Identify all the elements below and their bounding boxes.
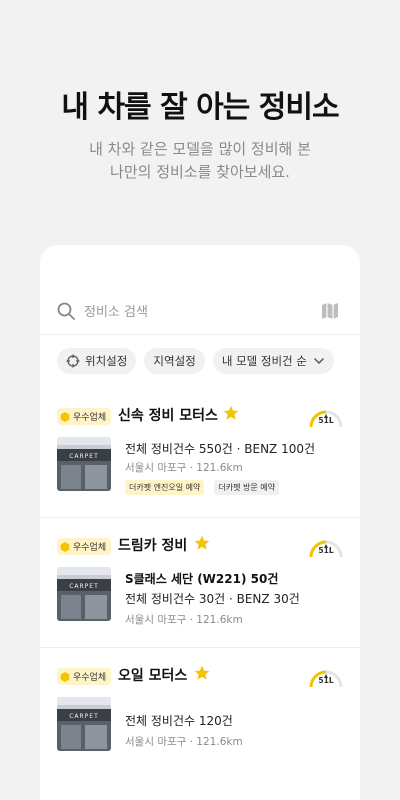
region-filter-chip[interactable]: 지역설정 [144,348,205,374]
rating-gauge: 51L [308,535,344,559]
gauge-value: 51L [318,546,334,555]
excellent-shop-badge: 우수업체 [57,538,112,555]
thumbnail-sign: CARPET [69,453,99,460]
shop-name: 신속 정비 모터스 [118,408,218,424]
shop-stats: 전체 정비건수 30건 · BENZ 30건 [125,592,300,606]
excellent-shop-badge: 우수업체 [57,668,112,685]
shop-list-item[interactable]: 우수업체 오일 모터스 51L CARPET 전체 정비건수 120건 서울시 … [40,648,360,778]
crosshair-icon [66,354,80,368]
gauge-value: 51L [318,676,334,685]
badge-label: 우수업체 [73,543,107,553]
shop-stats: 전체 정비건수 120건 [125,714,233,728]
hero-subtitle-line-2: 나만의 정비소를 찾아보세요. [110,163,290,181]
shop-stats: 전체 정비건수 550건 · BENZ 100건 [125,442,316,456]
hexagon-badge-icon [60,411,70,422]
region-filter-label: 지역설정 [153,354,196,368]
excellent-shop-badge: 우수업체 [57,408,112,425]
gauge-value: 51L [318,416,334,425]
map-icon[interactable] [320,301,340,321]
hexagon-badge-icon [60,671,70,682]
hero-subtitle-line-1: 내 차와 같은 모델을 많이 정비해 본 [89,140,311,158]
visit-reservation-tag[interactable]: 더카펫 방문 예약 [214,480,280,495]
badge-label: 우수업체 [73,413,107,423]
chevron-down-icon [314,358,324,364]
rating-gauge: 51L [308,665,344,689]
shop-thumbnail: CARPET [57,697,111,751]
thumbnail-sign: CARPET [69,713,99,720]
hexagon-badge-icon [60,541,70,552]
shop-address: 서울시 마포구 · 121.6km [125,736,243,748]
shop-thumbnail: CARPET [57,437,111,491]
filter-chips: 위치설정 지역설정 내 모델 정비건 순 [57,348,337,374]
thumbnail-sign: CARPET [69,583,99,590]
search-input[interactable] [84,301,304,323]
location-filter-chip[interactable]: 위치설정 [57,348,137,374]
star-icon[interactable] [194,535,210,551]
shop-address: 서울시 마포구 · 121.6km [125,614,243,626]
shop-name: 드림카 정비 [118,538,188,554]
search-bar [40,289,360,335]
engine-oil-reservation-tag[interactable]: 더카펫 엔진오일 예약 [125,480,205,495]
shop-list-item[interactable]: 우수업체 신속 정비 모터스 51L CARPET 전체 정비건수 550건 ·… [40,388,360,518]
badge-label: 우수업체 [73,673,107,683]
location-filter-label: 위치설정 [85,354,128,368]
sort-dropdown-label: 내 모델 정비건 순 [221,354,307,368]
shop-address: 서울시 마포구 · 121.6km [125,462,243,474]
rating-gauge: 51L [308,405,344,429]
search-icon[interactable] [56,301,76,321]
star-icon[interactable] [194,665,210,681]
reservation-tags: 더카펫 엔진오일 예약 더카펫 방문 예약 [125,475,284,495]
star-icon[interactable] [223,405,239,421]
shop-thumbnail: CARPET [57,567,111,621]
sort-dropdown[interactable]: 내 모델 정비건 순 [212,348,334,374]
hero-subtitle: 내 차와 같은 모델을 많이 정비해 본 나만의 정비소를 찾아보세요. [0,138,400,184]
shop-list-item[interactable]: 우수업체 드림카 정비 51L CARPET S클래스 세단 (W221) 50… [40,518,360,648]
shop-finder-card: 위치설정 지역설정 내 모델 정비건 순 우수업체 신속 정비 모터스 51L [40,245,360,800]
shop-name: 오일 모터스 [118,668,188,684]
hero-title: 내 차를 잘 아는 정비소 [61,90,339,125]
model-service-count: S클래스 세단 (W221) 50건 [125,572,279,586]
